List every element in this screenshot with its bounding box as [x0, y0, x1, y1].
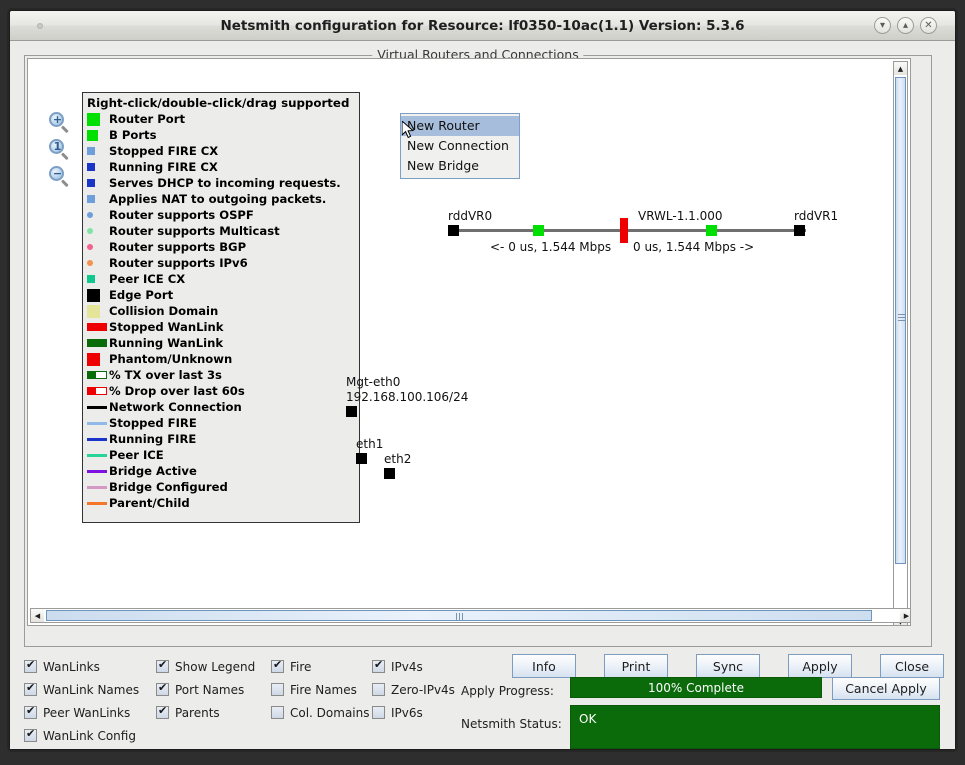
scroll-left-arrow-icon[interactable]: ◀: [31, 609, 44, 622]
cancel-apply-button[interactable]: Cancel Apply: [832, 677, 940, 700]
port-mgt-eth0[interactable]: [346, 406, 357, 417]
checkbox-column-wanlinks: WanLinks WanLink Names Peer WanLinks WanLin…: [24, 655, 139, 747]
checkbox-input[interactable]: [271, 706, 284, 719]
router-rddvr0-label: rddVR0: [448, 209, 493, 223]
checkbox-row[interactable]: WanLinks: [24, 655, 139, 678]
wanlink-label: VRWL-1.1.000: [638, 209, 723, 223]
checkbox-input[interactable]: [24, 681, 37, 696]
context-menu-item[interactable]: New Router: [401, 116, 519, 136]
horizontal-scrollbar[interactable]: ◀ ▶: [30, 608, 910, 623]
port-mgt-eth0-ip-label: 192.168.100.106/24: [346, 390, 469, 404]
checkbox-label: Port Names: [175, 682, 245, 697]
router-rddvr0-edge-port[interactable]: [448, 225, 459, 236]
port-eth1[interactable]: [356, 453, 367, 464]
checkbox-label: IPv6s: [391, 705, 423, 720]
checkbox-label: Fire Names: [290, 682, 357, 697]
vertical-scrollbar-thumb[interactable]: [895, 77, 906, 564]
vertical-scrollbar[interactable]: ▲ ▼: [893, 61, 908, 625]
port-mgt-eth0-label: Mgt-eth0: [346, 375, 401, 389]
checkbox-column-fire: Fire Fire Names Col. Domains: [271, 655, 370, 724]
checkbox-input[interactable]: [271, 658, 284, 673]
checkbox-input[interactable]: [372, 658, 385, 673]
checkbox-input[interactable]: [156, 704, 169, 719]
netsmith-canvas[interactable]: +1− Right-click/double-click/drag suppor…: [27, 58, 911, 626]
bottom-controls: WanLinks WanLink Names Peer WanLinks WanLin…: [24, 653, 944, 765]
scroll-up-arrow-icon[interactable]: ▲: [894, 62, 907, 75]
context-menu-item[interactable]: New Connection: [401, 136, 519, 156]
horizontal-scrollbar-thumb[interactable]: [46, 610, 872, 621]
rate-label-left: <- 0 us, 1.544 Mbps: [490, 240, 612, 254]
close-button[interactable]: Close: [880, 654, 944, 678]
checkbox-label: Zero-IPv4s: [391, 682, 455, 697]
checkbox-label: Fire: [290, 659, 312, 674]
apply-progress-bar: 100% Complete: [570, 677, 822, 698]
checkbox-label: Parents: [175, 705, 220, 720]
checkbox-input[interactable]: [24, 727, 37, 742]
vscroll-grip-icon: [898, 314, 905, 321]
checkbox-label: Col. Domains: [290, 705, 370, 720]
window-titlebar[interactable]: Netsmith configuration for Resource: lf0…: [10, 11, 955, 41]
window-body: Virtual Routers and Connections +1− Righ…: [10, 41, 955, 749]
checkbox-row[interactable]: Zero-IPv4s: [372, 678, 455, 701]
netsmith-window: Netsmith configuration for Resource: lf0…: [9, 10, 956, 750]
checkbox-row[interactable]: Peer WanLinks: [24, 701, 139, 724]
virtual-routers-panel: Virtual Routers and Connections +1− Righ…: [24, 47, 932, 647]
checkbox-row[interactable]: Col. Domains: [271, 701, 370, 724]
wanlink-bar[interactable]: [620, 218, 628, 243]
checkbox-label: WanLinks: [43, 659, 100, 674]
router-rddvr0-router-port[interactable]: [533, 225, 544, 236]
checkbox-label: IPv4s: [391, 659, 423, 674]
action-button-row: Info Print Sync Apply Close: [512, 654, 965, 678]
netsmith-status-box: OK: [570, 705, 940, 749]
print-button[interactable]: Print: [604, 654, 668, 678]
checkbox-label: Show Legend: [175, 659, 256, 674]
info-button[interactable]: Info: [512, 654, 576, 678]
checkbox-input[interactable]: [24, 704, 37, 719]
router-rddvr1-label: rddVR1: [794, 209, 839, 223]
close-icon[interactable]: ✕: [920, 17, 937, 34]
connection-line-right[interactable]: [628, 229, 806, 232]
port-eth2[interactable]: [384, 468, 395, 479]
apply-progress-label: Apply Progress:: [461, 684, 554, 698]
checkbox-input[interactable]: [372, 706, 385, 719]
window-title: Netsmith configuration for Resource: lf0…: [220, 18, 745, 34]
checkbox-row[interactable]: IPv4s: [372, 655, 455, 678]
apply-button[interactable]: Apply: [788, 654, 852, 678]
router-rddvr1-edge-port[interactable]: [794, 225, 805, 236]
checkbox-input[interactable]: [271, 683, 284, 696]
port-eth1-label: eth1: [356, 437, 384, 451]
hscroll-grip-icon: [456, 613, 463, 620]
context-menu[interactable]: New Router New Connection New Bridge: [400, 113, 520, 179]
checkbox-label: WanLink Names: [43, 682, 140, 697]
maximize-icon[interactable]: ▴: [897, 17, 914, 34]
router-rddvr1-router-port[interactable]: [706, 225, 717, 236]
minimize-icon[interactable]: ▾: [874, 17, 891, 34]
checkbox-label: WanLink Config: [43, 728, 136, 743]
checkbox-column-display: Show Legend Port Names Parents: [156, 655, 255, 724]
port-eth2-label: eth2: [384, 452, 412, 466]
checkbox-row[interactable]: Port Names: [156, 678, 255, 701]
checkbox-row[interactable]: Fire: [271, 655, 370, 678]
context-menu-item[interactable]: New Bridge: [401, 156, 519, 176]
checkbox-input[interactable]: [156, 681, 169, 696]
checkbox-input[interactable]: [24, 658, 37, 673]
checkbox-input[interactable]: [372, 683, 385, 696]
rate-label-right: 0 us, 1.544 Mbps ->: [633, 240, 755, 254]
checkbox-input[interactable]: [156, 658, 169, 673]
netsmith-status-label: Netsmith Status:: [461, 717, 562, 731]
checkbox-row[interactable]: Fire Names: [271, 678, 370, 701]
checkbox-label: Peer WanLinks: [43, 705, 131, 720]
sync-button[interactable]: Sync: [696, 654, 760, 678]
checkbox-row[interactable]: Show Legend: [156, 655, 255, 678]
checkbox-row[interactable]: Parents: [156, 701, 255, 724]
checkbox-row[interactable]: IPv6s: [372, 701, 455, 724]
scroll-right-arrow-icon[interactable]: ▶: [900, 609, 910, 622]
checkbox-row[interactable]: WanLink Names: [24, 678, 139, 701]
checkbox-row[interactable]: WanLink Config: [24, 724, 139, 747]
checkbox-column-ip: IPv4s Zero-IPv4s IPv6s: [372, 655, 455, 724]
